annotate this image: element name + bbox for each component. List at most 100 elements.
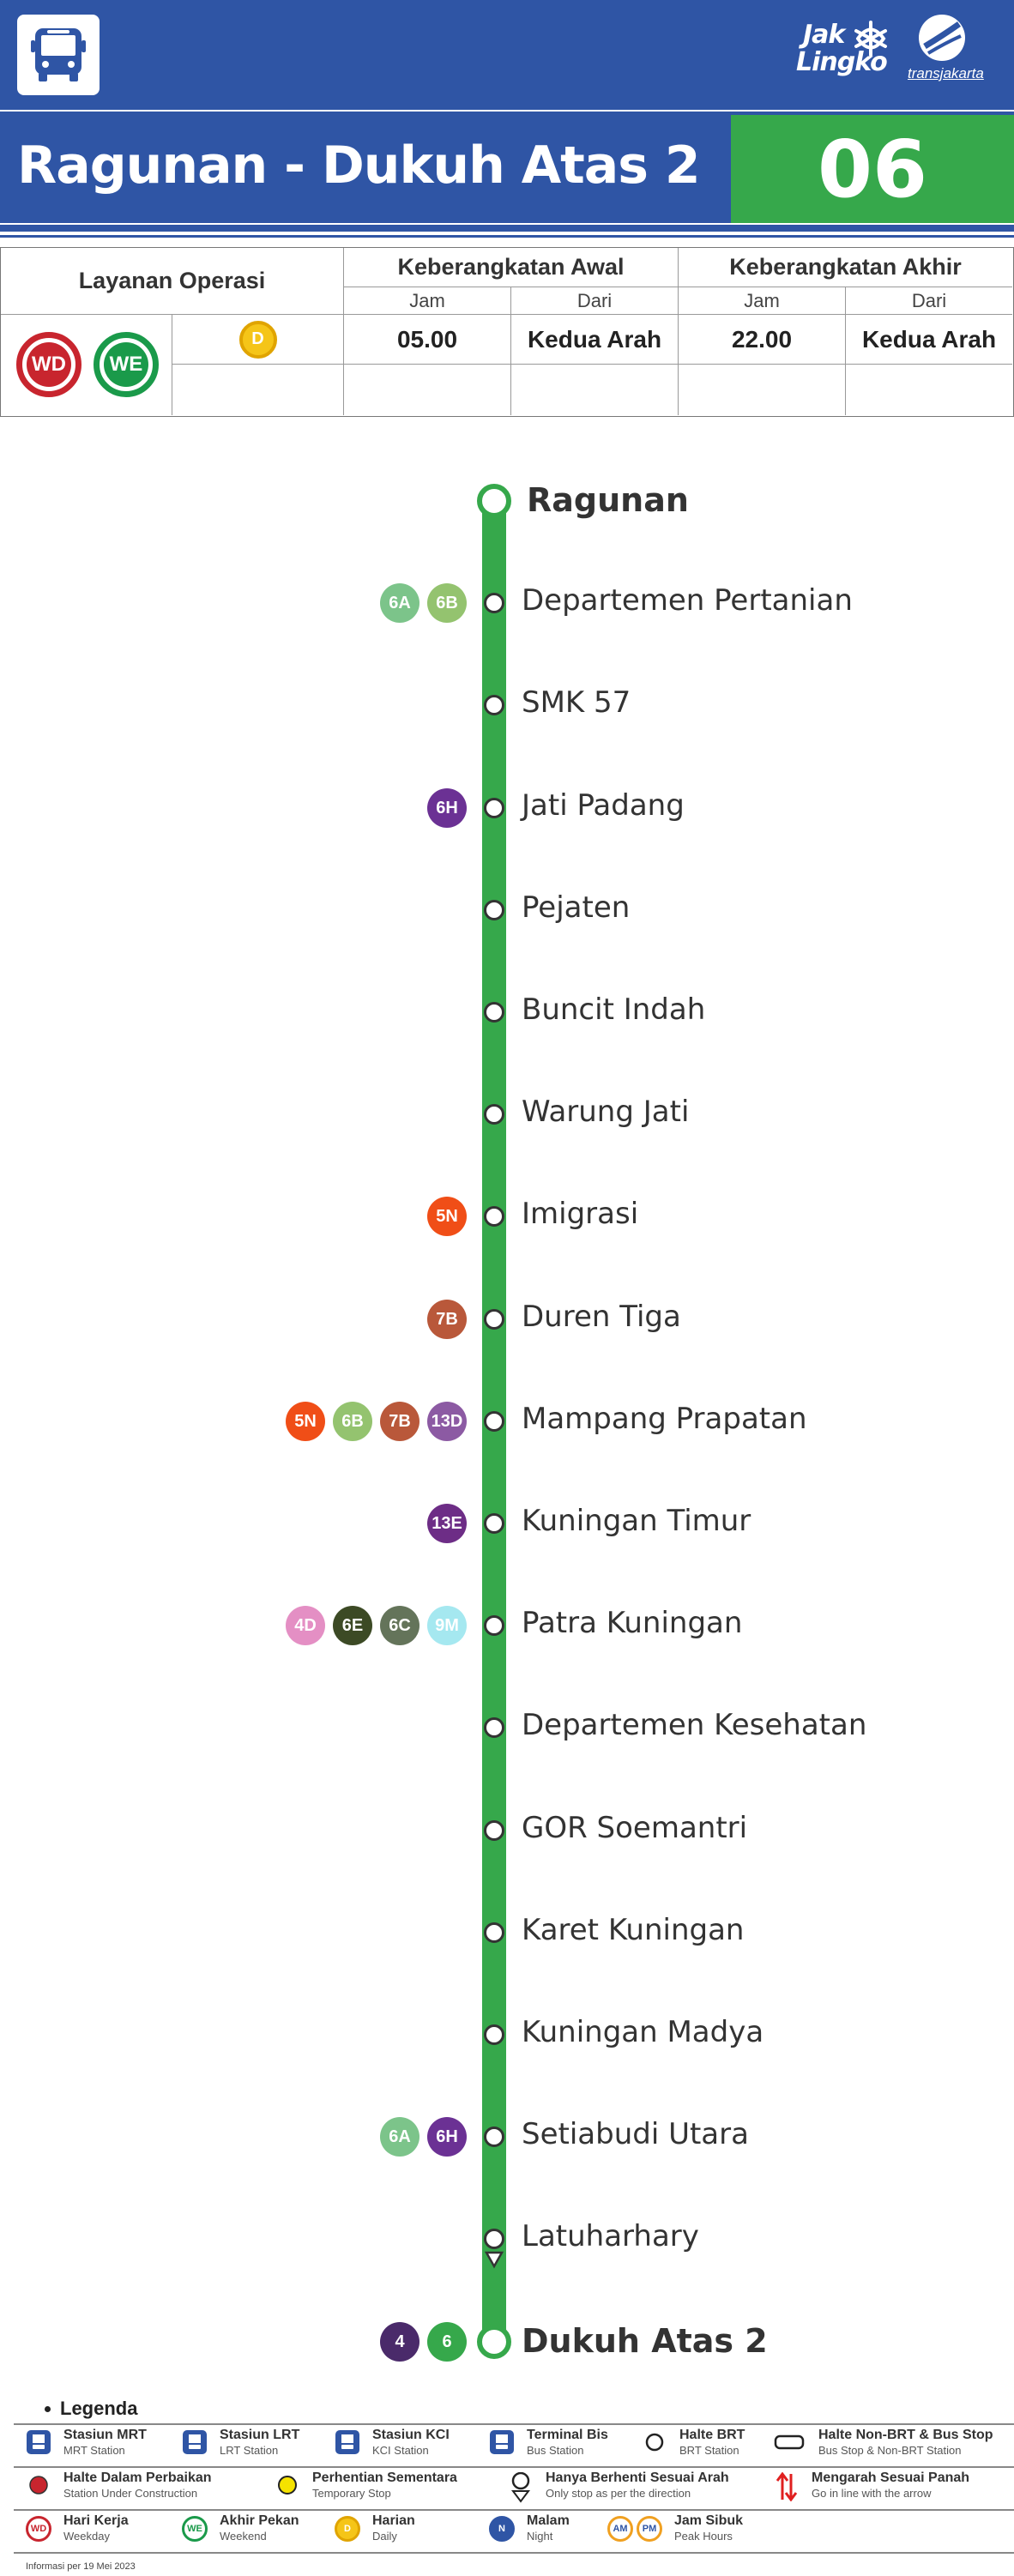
stop-marker bbox=[484, 1717, 504, 1738]
schedule-table: Layanan Operasi Keberangkatan Awal Keber… bbox=[0, 247, 1014, 417]
connection-badge: 6 bbox=[427, 2322, 467, 2362]
connection-badge: 13E bbox=[427, 1504, 467, 1543]
legend-item: Hanya Berhenti Sesuai Arah Only stop as p… bbox=[508, 2470, 731, 2505]
transjakarta-emblem-icon bbox=[919, 15, 965, 61]
connection-badge: 4D bbox=[286, 1606, 325, 1645]
connection-badge: 13D bbox=[427, 1402, 467, 1441]
legend-label: Jam Sibuk bbox=[674, 2513, 744, 2528]
one-way-direction-icon bbox=[484, 2251, 504, 2269]
title-divider bbox=[0, 225, 1014, 232]
direction-stop-icon bbox=[508, 2471, 534, 2503]
legend-item: Halte Dalam Perbaikan Station Under Const… bbox=[26, 2470, 249, 2505]
stop-marker bbox=[484, 1411, 504, 1432]
stop-name: Departemen Kesehatan bbox=[522, 1708, 867, 1742]
legend-divider bbox=[14, 2552, 1014, 2554]
empty-cell bbox=[846, 365, 1012, 415]
connection-badge: 6C bbox=[380, 1606, 419, 1645]
empty-service-cell bbox=[172, 365, 344, 415]
terminal-marker bbox=[477, 484, 511, 518]
connection-badge: 5N bbox=[286, 1402, 325, 1441]
service-badges-cell: WD WE bbox=[1, 315, 172, 415]
legend-label-english: Station Under Construction bbox=[63, 2487, 198, 2500]
empty-cell bbox=[344, 365, 511, 415]
weekday-badge-label: WD bbox=[27, 342, 71, 387]
stop-name: Duren Tiga bbox=[522, 1300, 681, 1334]
stop-name: Warung Jati bbox=[522, 1095, 690, 1129]
stop-name: Patra Kuningan bbox=[522, 1606, 743, 1640]
last-time-subheader: Jam bbox=[679, 287, 846, 315]
stop-name: Kuningan Madya bbox=[522, 2015, 764, 2049]
legend-item: AM PM Jam Sibuk Peak Hours bbox=[607, 2513, 830, 2548]
first-from-subheader: Dari bbox=[511, 287, 679, 315]
legend-label: Hari Kerja bbox=[63, 2513, 129, 2528]
daily-badge-cell: D bbox=[172, 315, 344, 365]
empty-cell bbox=[511, 365, 679, 415]
stop-marker bbox=[484, 1513, 504, 1534]
kci-icon bbox=[335, 2429, 360, 2457]
legend-label-english: Night bbox=[527, 2530, 553, 2543]
weekday-badge: WD bbox=[16, 332, 81, 397]
legend-label-english: Daily bbox=[372, 2530, 397, 2543]
legend-badge: AM bbox=[607, 2516, 633, 2542]
legend-label-english: BRT Station bbox=[679, 2444, 739, 2457]
daily-badge: D bbox=[238, 320, 277, 359]
legend-label-english: Bus Station bbox=[527, 2444, 584, 2457]
bus-terminal-icon bbox=[489, 2429, 515, 2457]
stop-name: SMK 57 bbox=[522, 685, 631, 720]
transjakarta-logo: transjakarta bbox=[902, 12, 1005, 89]
legend-divider bbox=[14, 2423, 1014, 2425]
stop-marker bbox=[484, 1615, 504, 1636]
legend-bullet bbox=[45, 2406, 51, 2412]
connection-badge: 7B bbox=[380, 1402, 419, 1441]
legend-item: Mengarah Sesuai Panah Go in line with the… bbox=[774, 2470, 997, 2505]
stop-marker bbox=[484, 1206, 504, 1227]
first-departure-time: 05.00 bbox=[344, 315, 511, 365]
legend-label-english: Only stop as per the direction bbox=[546, 2487, 691, 2500]
stop-marker bbox=[484, 695, 504, 715]
legend-badge: WD bbox=[26, 2516, 51, 2542]
stop-marker bbox=[484, 1309, 504, 1330]
legend-label: Halte BRT bbox=[679, 2428, 745, 2442]
legend-label-english: Weekend bbox=[220, 2530, 267, 2543]
stop-marker bbox=[484, 2127, 504, 2147]
connection-badge: 6A bbox=[380, 583, 419, 623]
legend-label: Malam bbox=[527, 2513, 570, 2528]
stop-name: Karet Kuningan bbox=[522, 1913, 745, 1947]
legend-label: Mengarah Sesuai Panah bbox=[812, 2470, 970, 2485]
legend-item: Halte Non-BRT & Bus Stop Bus Stop & Non-B… bbox=[774, 2428, 997, 2462]
transjakarta-wordmark: transjakarta bbox=[908, 65, 984, 81]
stop-marker bbox=[484, 1820, 504, 1841]
terminal-marker bbox=[477, 2325, 511, 2359]
route-code: 06 bbox=[817, 123, 928, 215]
stop-name: Mampang Prapatan bbox=[522, 1402, 807, 1436]
legend-label-english: Temporary Stop bbox=[312, 2487, 391, 2500]
terminal-name: Dukuh Atas 2 bbox=[522, 2322, 768, 2360]
legend-badge: WE bbox=[182, 2516, 208, 2542]
connection-badge: 6H bbox=[427, 2117, 467, 2157]
legend-label-english: LRT Station bbox=[220, 2444, 279, 2457]
legend-label: Terminal Bis bbox=[527, 2428, 608, 2442]
stop-name: Pejaten bbox=[522, 890, 631, 925]
legend-label-english: Peak Hours bbox=[674, 2530, 733, 2543]
empty-cell bbox=[679, 365, 846, 415]
connection-badge: 9M bbox=[427, 1606, 467, 1645]
jaklingko-knot-icon bbox=[854, 21, 887, 57]
legend-label: Halte Dalam Perbaikan bbox=[63, 2470, 212, 2485]
legend-label: Harian bbox=[372, 2513, 415, 2528]
stop-marker bbox=[484, 1922, 504, 1943]
brt-stop-icon bbox=[642, 2429, 667, 2457]
legend-divider bbox=[14, 2509, 1014, 2511]
connection-badge: 6A bbox=[380, 2117, 419, 2157]
jaklingko-logo: Jak Lingko bbox=[796, 15, 892, 84]
first-departure-header: Keberangkatan Awal bbox=[344, 248, 679, 287]
stop-name: Departemen Pertanian bbox=[522, 583, 853, 618]
non-brt-stop-icon bbox=[774, 2429, 805, 2457]
legend-label-english: Bus Stop & Non-BRT Station bbox=[818, 2444, 962, 2457]
stop-name: Buncit Indah bbox=[522, 992, 706, 1027]
stop-marker bbox=[484, 1002, 504, 1023]
first-time-subheader: Jam bbox=[344, 287, 511, 315]
stop-name: Imigrasi bbox=[522, 1197, 639, 1231]
stop-marker bbox=[484, 593, 504, 613]
legend-badge: N bbox=[489, 2516, 515, 2542]
legend-title: Legenda bbox=[60, 2398, 138, 2419]
